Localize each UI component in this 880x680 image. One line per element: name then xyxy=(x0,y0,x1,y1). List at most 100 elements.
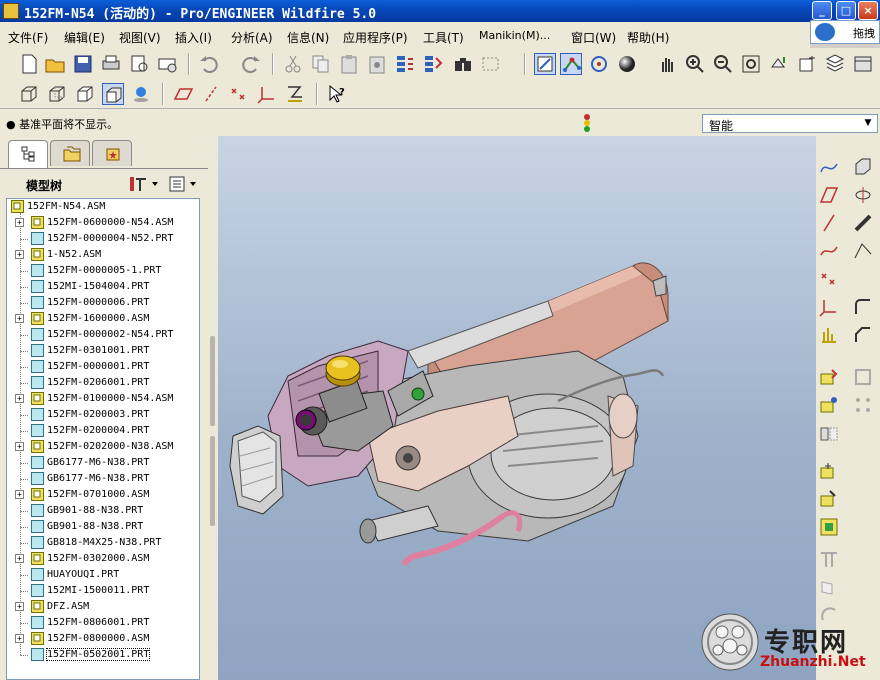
tree-item[interactable]: GB6177-M6-N38.PRT xyxy=(7,455,199,471)
wireframe-icon[interactable] xyxy=(18,83,40,105)
tree-item[interactable]: GB818-M4X25-N38.PRT xyxy=(7,535,199,551)
mirror-component-icon[interactable] xyxy=(818,422,840,444)
zoom-in-icon[interactable] xyxy=(684,53,706,75)
extrude-icon[interactable] xyxy=(852,156,874,178)
expand-toggle-icon[interactable]: + xyxy=(15,490,24,499)
tree-item[interactable]: GB901-88-N38.PRT xyxy=(7,519,199,535)
regenerate-icon[interactable] xyxy=(394,53,416,75)
menu-view[interactable]: 视图(V) xyxy=(119,29,161,46)
print-icon[interactable] xyxy=(100,53,122,75)
expand-toggle-icon[interactable]: + xyxy=(15,314,24,323)
tree-item[interactable]: +152FM-0600000-N54.ASM xyxy=(7,215,199,231)
blend-icon[interactable] xyxy=(852,240,874,262)
new-assembly-icon[interactable] xyxy=(818,516,840,538)
tree-item[interactable]: 152FM-0000005-1.PRT xyxy=(7,263,199,279)
splitter-grip[interactable] xyxy=(210,436,215,526)
new-file-icon[interactable] xyxy=(18,53,40,75)
tree-item[interactable]: HUAYOUQI.PRT xyxy=(7,567,199,583)
menu-insert[interactable]: 插入(I) xyxy=(175,29,212,46)
datum-planes-icon[interactable] xyxy=(172,83,194,105)
saved-views-icon[interactable] xyxy=(796,53,818,75)
tree-item[interactable]: + DFZ.ASM xyxy=(7,599,199,615)
analysis-tool-icon[interactable] xyxy=(818,324,840,346)
print-preview-icon[interactable] xyxy=(128,53,150,75)
close-button[interactable]: × xyxy=(858,1,878,20)
menu-help[interactable]: 帮助(H) xyxy=(627,29,669,46)
tree-item[interactable]: +152FM-0701000.ASM xyxy=(7,487,199,503)
repaint-icon[interactable] xyxy=(534,53,556,75)
tree-item[interactable]: 152FM-0000004-N52.PRT xyxy=(7,231,199,247)
shading-sphere-icon[interactable] xyxy=(616,53,638,75)
tree-item[interactable]: 152FM-0502001.PRT xyxy=(7,647,199,663)
maximize-button[interactable]: □ xyxy=(836,1,856,20)
tree-item[interactable]: 152FM-0000006.PRT xyxy=(7,295,199,311)
revolve-icon[interactable] xyxy=(852,184,874,206)
tree-item[interactable]: 152FM-0200003.PRT xyxy=(7,407,199,423)
paste-icon[interactable] xyxy=(338,53,360,75)
view-manager-icon[interactable] xyxy=(852,53,874,75)
drag-toolbar[interactable]: 拖拽 xyxy=(810,20,880,44)
selection-filter-select[interactable]: 智能 ▼ xyxy=(702,114,878,133)
pattern-icon[interactable] xyxy=(852,394,874,416)
menu-analysis[interactable]: 分析(A) xyxy=(231,29,273,46)
tree-item[interactable]: +152FM-0100000-N54.ASM xyxy=(7,391,199,407)
hole-icon[interactable] xyxy=(818,576,840,598)
splitter-grip[interactable] xyxy=(210,336,215,426)
undo-icon[interactable] xyxy=(198,53,220,75)
email-icon[interactable] xyxy=(156,53,178,75)
datum-axis-tool-icon[interactable] xyxy=(818,212,840,234)
copy-icon[interactable] xyxy=(310,53,332,75)
enhanced-realism-icon[interactable] xyxy=(130,83,152,105)
datum-axes-icon[interactable] xyxy=(200,83,222,105)
tree-item[interactable]: +152FM-0800000.ASM xyxy=(7,631,199,647)
find-icon[interactable] xyxy=(452,53,474,75)
save-icon[interactable] xyxy=(72,53,94,75)
refit-icon[interactable] xyxy=(740,53,762,75)
tree-item[interactable]: GB6177-M6-N38.PRT xyxy=(7,471,199,487)
annotations-icon[interactable] xyxy=(284,83,306,105)
reorient-icon[interactable] xyxy=(768,53,790,75)
tree-item[interactable]: GB901-88-N38.PRT xyxy=(7,503,199,519)
show-menu-icon[interactable] xyxy=(168,175,200,193)
tree-item[interactable]: 152FM-0301001.PRT xyxy=(7,343,199,359)
menu-tools[interactable]: 工具(T) xyxy=(423,29,464,46)
graphics-window[interactable] xyxy=(218,136,816,680)
expand-toggle-icon[interactable]: + xyxy=(15,602,24,611)
expand-toggle-icon[interactable]: + xyxy=(15,442,24,451)
tree-item[interactable]: +152FM-0202000-N38.ASM xyxy=(7,439,199,455)
expand-toggle-icon[interactable]: + xyxy=(15,394,24,403)
assemble-component-icon[interactable] xyxy=(818,366,840,388)
tree-item[interactable]: 152MI-1500011.PRT xyxy=(7,583,199,599)
tree-item[interactable]: 152FM-0206001.PRT xyxy=(7,375,199,391)
regen-manager-icon[interactable] xyxy=(422,53,444,75)
zoom-out-icon[interactable] xyxy=(712,53,734,75)
tab-model-tree[interactable] xyxy=(8,140,48,168)
paste-special-icon[interactable] xyxy=(366,53,388,75)
layers-icon[interactable] xyxy=(824,53,846,75)
sketch-curve-icon[interactable] xyxy=(818,156,840,178)
datum-point-tool-icon[interactable] xyxy=(818,268,840,290)
expand-toggle-icon[interactable]: + xyxy=(15,218,24,227)
tree-item[interactable]: +152FM-1600000.ASM xyxy=(7,311,199,327)
datum-csys-tool-icon[interactable] xyxy=(818,296,840,318)
tab-folder-browser[interactable] xyxy=(50,140,90,166)
datum-curve-tool-icon[interactable] xyxy=(818,240,840,262)
shading-icon[interactable] xyxy=(102,83,124,105)
orient-mode-icon[interactable] xyxy=(588,53,610,75)
minimize-button[interactable]: _ xyxy=(812,1,832,20)
expand-toggle-icon[interactable]: + xyxy=(15,634,24,643)
menu-manikin[interactable]: Manikin(M)... xyxy=(479,29,550,42)
package-component-icon[interactable] xyxy=(818,488,840,510)
menu-file[interactable]: 文件(F) xyxy=(8,29,48,46)
chamfer-icon[interactable] xyxy=(852,324,874,346)
menu-applications[interactable]: 应用程序(P) xyxy=(343,29,408,46)
tree-item[interactable]: +1-N52.ASM xyxy=(7,247,199,263)
select-box-icon[interactable] xyxy=(480,53,502,75)
shell-icon[interactable] xyxy=(852,366,874,388)
expand-toggle-icon[interactable]: + xyxy=(15,554,24,563)
cut-icon[interactable] xyxy=(282,53,304,75)
menu-edit[interactable]: 编辑(E) xyxy=(64,29,105,46)
tree-item[interactable]: 152FM-0806001.PRT xyxy=(7,615,199,631)
sweep-icon[interactable] xyxy=(852,212,874,234)
tree-item[interactable]: 152FM-0000001.PRT xyxy=(7,359,199,375)
